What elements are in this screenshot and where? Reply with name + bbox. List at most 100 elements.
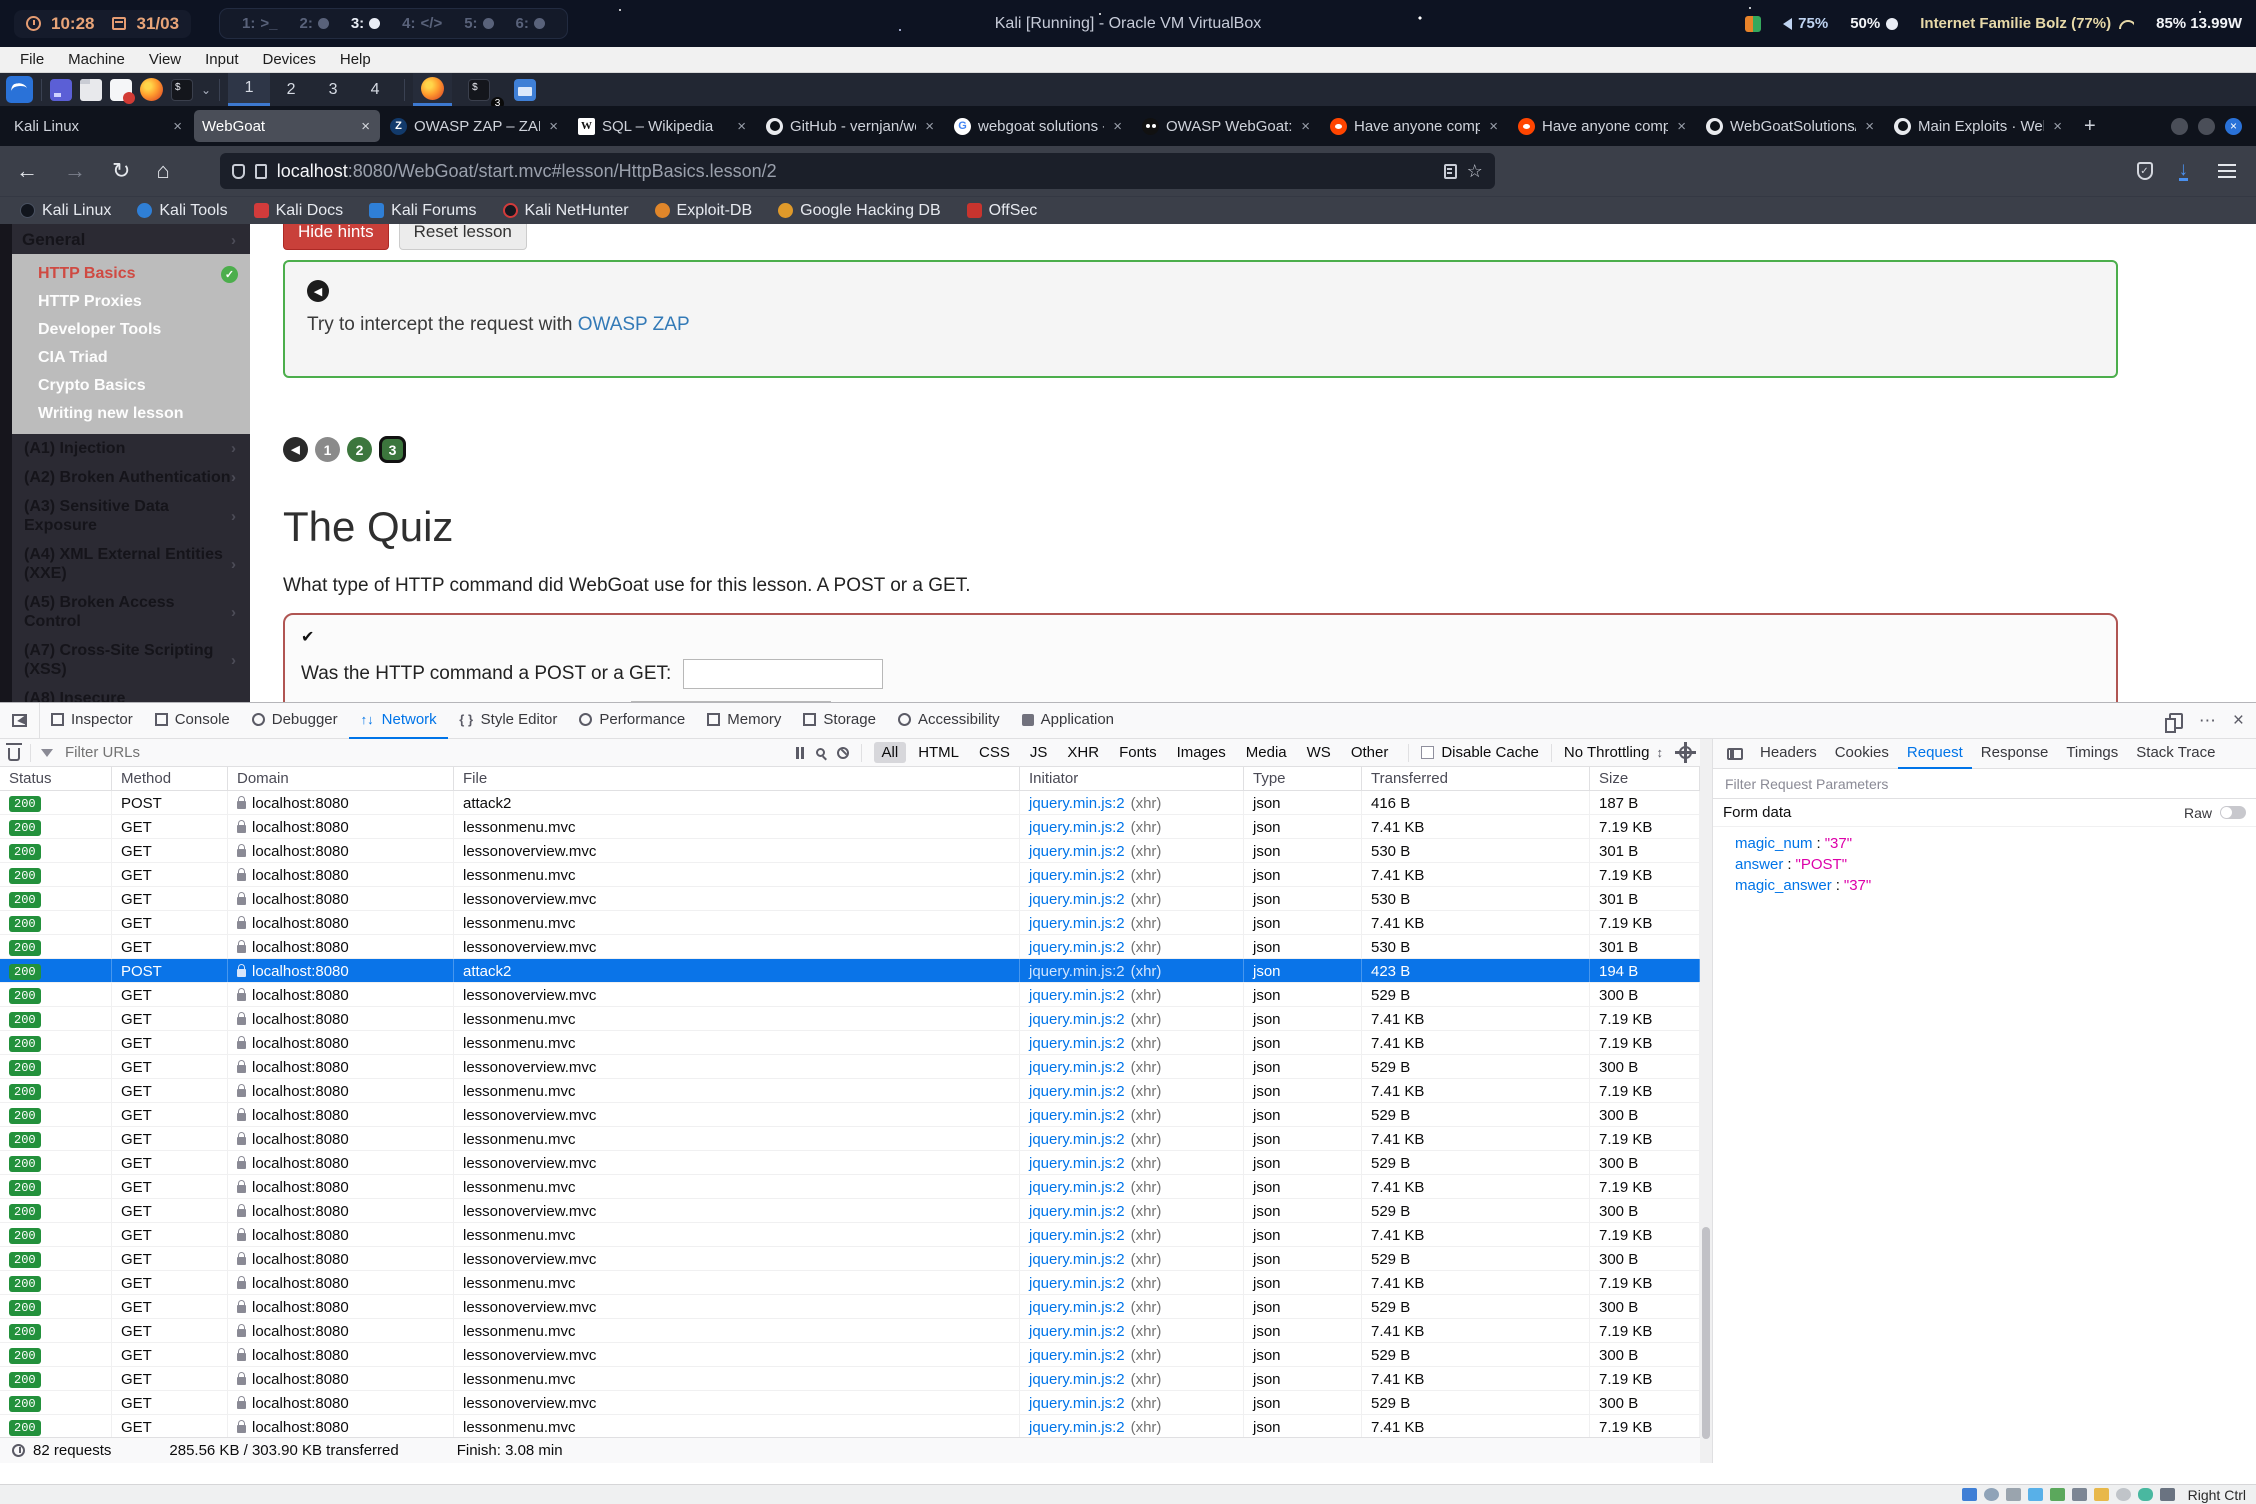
kali-workspace-4[interactable]: 4 <box>354 73 396 106</box>
sidebar-lesson-item[interactable]: CIA Triad <box>12 344 250 372</box>
network-scrollbar[interactable] <box>1700 739 1712 1463</box>
network-request-row[interactable]: 200GETlocalhost:8080lessonmenu.mvcjquery… <box>0 1319 1700 1343</box>
filter-pill-css[interactable]: CSS <box>971 742 1018 763</box>
devtools-tab-performance[interactable]: Performance <box>568 703 696 739</box>
maximize-button[interactable] <box>2198 118 2215 135</box>
kali-workspace-3[interactable]: 3 <box>312 73 354 106</box>
close-window-button[interactable]: × <box>2225 118 2242 135</box>
column-header-type[interactable]: Type <box>1244 767 1362 790</box>
previous-hint-icon[interactable]: ◀ <box>307 280 329 302</box>
reload-button[interactable]: ↻ <box>112 158 130 184</box>
tab-close-icon[interactable]: × <box>923 118 936 135</box>
bookmark-item[interactable]: Exploit-DB <box>655 202 753 220</box>
sidebar-category-general[interactable]: General › <box>12 224 250 254</box>
column-header-size[interactable]: Size <box>1590 767 1700 790</box>
sidebar-lesson-item[interactable]: Crypto Basics <box>12 372 250 400</box>
tab-close-icon[interactable]: × <box>2051 118 2064 135</box>
network-request-row[interactable]: 200GETlocalhost:8080lessonmenu.mvcjquery… <box>0 1271 1700 1295</box>
pick-element-icon[interactable] <box>0 703 40 739</box>
network-request-row[interactable]: 200GETlocalhost:8080lessonoverview.mvcjq… <box>0 1151 1700 1175</box>
tab-close-icon[interactable]: × <box>1675 118 1688 135</box>
network-request-row[interactable]: 200GETlocalhost:8080lessonmenu.mvcjquery… <box>0 815 1700 839</box>
volume-indicator[interactable]: 75% <box>1783 15 1828 32</box>
sidebar-lesson-item[interactable]: HTTP Proxies <box>12 288 250 316</box>
disable-cache-checkbox[interactable] <box>1421 746 1434 759</box>
browser-tab[interactable]: ZOWASP ZAP – ZAP i× <box>382 110 568 142</box>
wifi-indicator[interactable]: Internet Familie Bolz (77%) <box>1920 15 2134 32</box>
bookmark-item[interactable]: Kali Tools <box>137 202 227 220</box>
browser-tab[interactable]: GitHub - vernjan/we× <box>758 110 944 142</box>
initiator-link[interactable]: jquery.min.js:2 <box>1029 1227 1125 1244</box>
column-header-method[interactable]: Method <box>112 767 228 790</box>
tab-close-icon[interactable]: × <box>359 118 372 135</box>
hide-hints-button[interactable]: Hide hints <box>283 224 389 250</box>
optical-disk-icon[interactable] <box>1984 1488 1999 1501</box>
initiator-link[interactable]: jquery.min.js:2 <box>1029 795 1125 812</box>
browser-tab[interactable]: WebGoatSolutions/S× <box>1698 110 1884 142</box>
clear-requests-icon[interactable] <box>8 748 20 761</box>
initiator-link[interactable]: jquery.min.js:2 <box>1029 867 1125 884</box>
network-settings-gear-icon[interactable] <box>1679 746 1692 759</box>
sidebar-category[interactable]: (A3) Sensitive Data Exposure› <box>12 492 250 540</box>
devtools-tab-application[interactable]: Application <box>1011 703 1125 739</box>
initiator-link[interactable]: jquery.min.js:2 <box>1029 1131 1125 1148</box>
initiator-link[interactable]: jquery.min.js:2 <box>1029 1299 1125 1316</box>
network-request-row[interactable]: 200GETlocalhost:8080lessonmenu.mvcjquery… <box>0 1007 1700 1031</box>
devtools-close-icon[interactable]: × <box>2233 710 2244 732</box>
initiator-link[interactable]: jquery.min.js:2 <box>1029 819 1125 836</box>
http-command-input[interactable] <box>683 659 883 689</box>
display-icon[interactable] <box>1962 1488 1977 1501</box>
initiator-link[interactable]: jquery.min.js:2 <box>1029 1251 1125 1268</box>
form-data-param[interactable]: answer:"POST" <box>1735 854 2256 875</box>
tab-close-icon[interactable]: × <box>1111 118 1124 135</box>
network-request-row[interactable]: 200GETlocalhost:8080lessonoverview.mvcjq… <box>0 1391 1700 1415</box>
details-tab-request[interactable]: Request <box>1898 739 1972 769</box>
url-bar[interactable]: localhost:8080/WebGoat/start.mvc#lesson/… <box>220 153 1495 189</box>
network-table-header[interactable]: StatusMethodDomainFileInitiatorTypeTrans… <box>0 767 1700 791</box>
column-header-file[interactable]: File <box>454 767 1020 790</box>
initiator-link[interactable]: jquery.min.js:2 <box>1029 1371 1125 1388</box>
column-header-initiator[interactable]: Initiator <box>1020 767 1244 790</box>
form-data-section[interactable]: Form data Raw <box>1713 799 2256 827</box>
mouse-integration-icon[interactable] <box>2138 1488 2153 1501</box>
host-workspace[interactable]: 5: <box>464 15 493 32</box>
host-workspace[interactable]: 1:>_ <box>242 15 277 32</box>
initiator-link[interactable]: jquery.min.js:2 <box>1029 843 1125 860</box>
devtools-tab-network[interactable]: ↑↓Network <box>349 703 448 739</box>
disable-cache-option[interactable]: Disable Cache <box>1421 744 1539 761</box>
sidebar-category[interactable]: (A2) Broken Authentication› <box>12 463 250 492</box>
browser-tab[interactable]: Gwebgoat solutions -× <box>946 110 1132 142</box>
new-tab-button[interactable]: + <box>2074 115 2106 138</box>
devtools-tab-inspector[interactable]: Inspector <box>40 703 144 739</box>
menu-machine[interactable]: Machine <box>58 49 135 70</box>
details-tab-timings[interactable]: Timings <box>2057 739 2127 769</box>
filter-pill-ws[interactable]: WS <box>1299 742 1339 763</box>
audio-icon[interactable] <box>2028 1488 2043 1501</box>
network-request-row[interactable]: 200GETlocalhost:8080lessonoverview.mvcjq… <box>0 1247 1700 1271</box>
column-header-transferred[interactable]: Transferred <box>1362 767 1590 790</box>
sidebar-category[interactable]: (A5) Broken Access Control› <box>12 588 250 636</box>
network-request-row[interactable]: 200GETlocalhost:8080lessonoverview.mvcjq… <box>0 935 1700 959</box>
previous-page-button[interactable]: ◀ <box>283 437 308 462</box>
initiator-link[interactable]: jquery.min.js:2 <box>1029 987 1125 1004</box>
menu-hamburger-icon[interactable] <box>2218 170 2236 172</box>
initiator-link[interactable]: jquery.min.js:2 <box>1029 915 1125 932</box>
sidebar-lesson-item[interactable]: HTTP Basics✓ <box>12 260 250 288</box>
devtools-tab-console[interactable]: Console <box>144 703 241 739</box>
host-workspace[interactable]: 3: <box>351 15 380 32</box>
chevron-down-icon[interactable]: ⌄ <box>201 83 211 97</box>
initiator-link[interactable]: jquery.min.js:2 <box>1029 1347 1125 1364</box>
filter-pill-html[interactable]: HTML <box>910 742 967 763</box>
filter-pill-fonts[interactable]: Fonts <box>1111 742 1165 763</box>
extension-shield-icon[interactable]: ✓ <box>2137 162 2153 180</box>
browser-tab[interactable]: Kali Linux× <box>6 110 192 142</box>
page-button-2[interactable]: 2 <box>347 437 372 462</box>
keyboard-icon[interactable] <box>2160 1488 2175 1501</box>
pause-log-icon[interactable] <box>796 747 804 759</box>
reset-lesson-button[interactable]: Reset lesson <box>399 224 527 250</box>
network-request-row[interactable]: 200GETlocalhost:8080lessonmenu.mvcjquery… <box>0 1031 1700 1055</box>
form-data-param[interactable]: magic_answer:"37" <box>1735 875 2256 896</box>
throttling-dropdown[interactable]: No Throttling↕ <box>1564 744 1663 761</box>
hard-disk-icon[interactable] <box>2006 1488 2021 1501</box>
filter-pill-images[interactable]: Images <box>1169 742 1234 763</box>
